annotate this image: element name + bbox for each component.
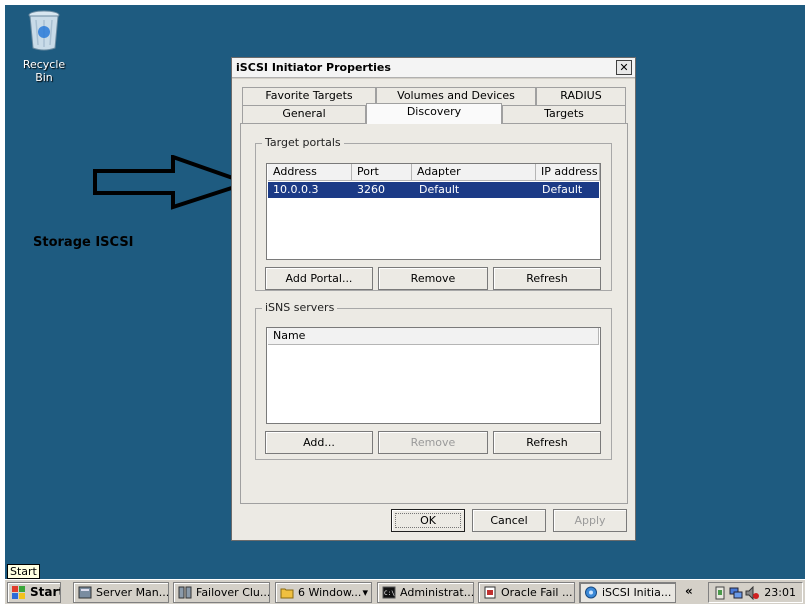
safely-remove-icon[interactable] [713, 586, 727, 600]
taskbar-item-label: Failover Clu... [196, 586, 270, 599]
windows-logo-icon [12, 586, 25, 599]
taskbar-item-failover-cluster[interactable]: Failover Clu... [173, 582, 270, 603]
svg-text:C:\: C:\ [384, 590, 395, 597]
chevron-down-icon: ▾ [362, 586, 368, 599]
taskbar-item-label: iSCSI Initia... [602, 586, 672, 599]
start-button[interactable]: Start [7, 582, 61, 603]
window-title: iSCSI Initiator Properties [236, 61, 391, 74]
focus-rect [395, 513, 461, 528]
table-row[interactable]: 10.0.0.3 3260 Default Default [268, 182, 599, 198]
apply-button[interactable]: Apply [553, 509, 627, 532]
server-manager-icon [78, 586, 92, 599]
folder-icon [280, 588, 294, 599]
recycle-bin-icon [27, 10, 61, 52]
target-portals-group: Target portals Address Port Adapter IP a… [255, 136, 612, 291]
oracle-icon [484, 586, 496, 599]
recycle-bin-label: Recycle Bin [22, 58, 66, 84]
recycle-bin[interactable]: Recycle Bin [13, 10, 75, 84]
add-isns-button[interactable]: Add... [265, 431, 373, 454]
isns-servers-legend: iSNS servers [262, 301, 338, 314]
cell-port: 3260 [357, 183, 385, 196]
taskbar-item-iscsi[interactable]: iSCSI Initia... [579, 582, 676, 603]
tab-favorite-targets[interactable]: Favorite Targets [242, 87, 376, 105]
tab-targets[interactable]: Targets [502, 105, 626, 123]
taskbar-item-label: Server Man... [96, 586, 169, 599]
ok-button[interactable]: OK [391, 509, 465, 532]
target-portals-legend: Target portals [262, 136, 344, 149]
taskbar-item-oracle[interactable]: Oracle Fail ... [478, 582, 575, 603]
volume-muted-icon[interactable] [745, 586, 759, 600]
window-titlebar[interactable]: iSCSI Initiator Properties ✕ [232, 58, 635, 78]
tab-discovery[interactable]: Discovery [366, 103, 502, 124]
refresh-portals-button[interactable]: Refresh [493, 267, 601, 290]
remove-isns-button[interactable]: Remove [378, 431, 488, 454]
desktop: Recycle Bin Storage ISCSI iSCSI Initiato… [5, 5, 805, 579]
command-prompt-icon: C:\ [382, 586, 396, 599]
iscsi-icon [585, 586, 597, 599]
tab-general[interactable]: General [242, 105, 366, 123]
tab-radius[interactable]: RADIUS [536, 87, 626, 105]
cell-adapter: Default [419, 183, 460, 196]
failover-cluster-icon [178, 586, 192, 599]
clock[interactable]: 23:01 [764, 586, 796, 599]
taskbar-item-label: Administrat... [400, 586, 474, 599]
arrow-annotation [93, 155, 253, 210]
column-port[interactable]: Port [352, 164, 412, 181]
taskbar-item-windows-group[interactable]: 6 Window... ▾ [275, 582, 372, 603]
close-icon[interactable]: ✕ [616, 60, 632, 75]
column-ip-address[interactable]: IP address [536, 164, 600, 181]
refresh-isns-button[interactable]: Refresh [493, 431, 601, 454]
discovery-panel: Target portals Address Port Adapter IP a… [240, 123, 628, 504]
isns-servers-group: iSNS servers Name Add... Remove Refresh [255, 301, 612, 460]
storage-iscsi-annotation: Storage ISCSI [33, 235, 134, 250]
window-client: Favorite Targets Volumes and Devices RAD… [232, 79, 635, 540]
cell-ip-address: Default [542, 183, 583, 196]
start-tooltip: Start [7, 564, 40, 579]
column-adapter[interactable]: Adapter [412, 164, 536, 181]
column-name[interactable]: Name [268, 328, 599, 345]
add-portal-button[interactable]: Add Portal... [265, 267, 373, 290]
isns-servers-list[interactable]: Name [266, 327, 601, 424]
remove-portal-button[interactable]: Remove [378, 267, 488, 290]
system-tray: 23:01 [708, 582, 803, 603]
taskbar-item-label: 6 Window... [298, 586, 362, 599]
taskbar-item-server-manager[interactable]: Server Man... [73, 582, 169, 603]
tray-expand-icon[interactable]: « [685, 584, 693, 598]
column-address[interactable]: Address [268, 164, 352, 181]
taskbar: Start Server Man... Failover Clu... 6 Wi… [5, 579, 805, 604]
cell-address: 10.0.0.3 [273, 183, 319, 196]
network-icon[interactable] [729, 586, 743, 600]
target-portals-list[interactable]: Address Port Adapter IP address 10.0.0.3… [266, 163, 601, 260]
cancel-button[interactable]: Cancel [472, 509, 546, 532]
start-label: Start [30, 585, 61, 599]
taskbar-item-label: Oracle Fail ... [501, 586, 573, 599]
taskbar-item-administrator[interactable]: C:\ Administrat... [377, 582, 474, 603]
iscsi-initiator-properties-window: iSCSI Initiator Properties ✕ Favorite Ta… [231, 57, 636, 541]
